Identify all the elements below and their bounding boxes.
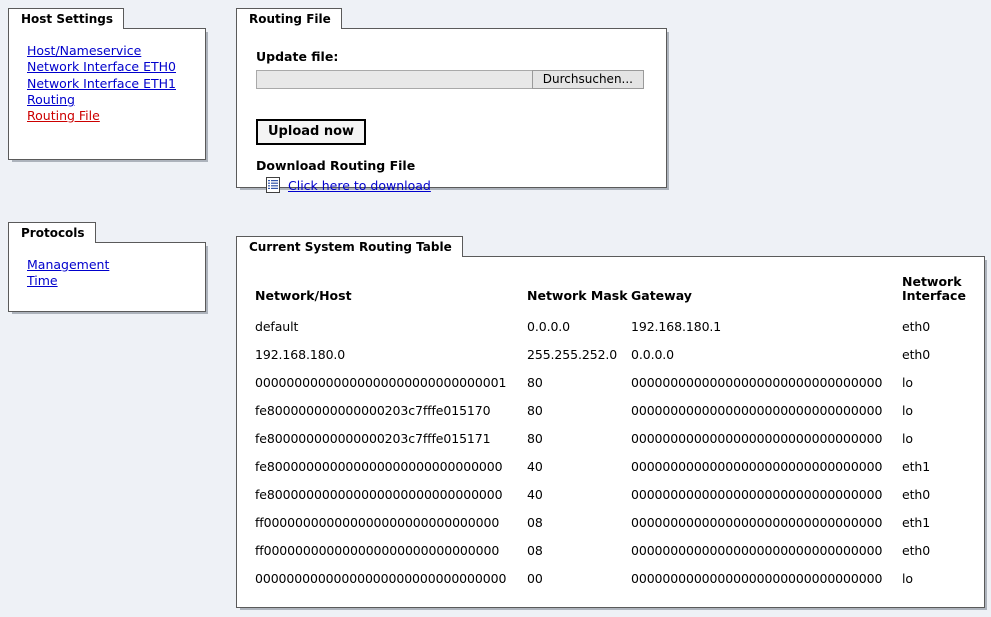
host-settings-panel: Host Settings Host/Nameservice Network I… xyxy=(8,8,206,160)
cell-network-host: fe800000000000000203c7fffe015171 xyxy=(255,431,491,446)
cell-gateway: 00000000000000000000000000000000 xyxy=(631,487,883,502)
sidebar-item-routing[interactable]: Routing xyxy=(27,92,179,108)
cell-gateway: 192.168.180.1 xyxy=(631,319,722,334)
cell-network-interface: lo xyxy=(902,375,913,390)
cell-network-interface: eth0 xyxy=(902,347,931,362)
table-row: default 0.0.0.0 192.168.180.1 eth0 xyxy=(237,313,988,341)
browse-button[interactable]: Durchsuchen... xyxy=(531,70,644,89)
cell-network-interface: lo xyxy=(902,571,913,586)
sidebar-item-network-interface-eth0[interactable]: Network Interface ETH0 xyxy=(27,59,179,75)
cell-gateway: 00000000000000000000000000000000 xyxy=(631,543,883,558)
table-body: default 0.0.0.0 192.168.180.1 eth0 192.168.1… xyxy=(237,313,988,593)
column-header-network-host: Network/Host xyxy=(255,288,352,303)
routing-file-tab[interactable]: Routing File xyxy=(236,8,342,29)
cell-network-host: fe800000000000000203c7fffe015170 xyxy=(255,403,491,418)
cell-network-interface: lo xyxy=(902,431,913,446)
cell-network-mask: 80 xyxy=(527,431,543,446)
routing-file-body: Update file: Durchsuchen... Upload now D… xyxy=(236,28,667,193)
cell-network-host: default xyxy=(255,319,299,334)
table-header: Network/Host Network Mask Gateway Networ… xyxy=(237,275,988,313)
routing-file-panel: Routing File Update file: Durchsuchen...… xyxy=(236,8,667,193)
cell-network-interface: eth0 xyxy=(902,543,931,558)
file-picker-row: Durchsuchen... xyxy=(256,70,644,89)
host-settings-tab[interactable]: Host Settings xyxy=(8,8,124,29)
column-header-network-mask: Network Mask xyxy=(527,288,628,303)
upload-form: Update file: Durchsuchen... Upload now D… xyxy=(237,29,666,193)
cell-network-host: 00000000000000000000000000000001 xyxy=(255,375,507,390)
table-row: ff000000000000000000000000000000 08 000000… xyxy=(237,537,988,565)
cell-network-host: fe800000000000000000000000000000 xyxy=(255,487,503,502)
protocols-panel: Protocols Management Time xyxy=(8,222,206,312)
file-path-input[interactable] xyxy=(256,70,532,89)
protocols-tab[interactable]: Protocols xyxy=(8,222,96,243)
sidebar-item-host-nameservice[interactable]: Host/Nameservice xyxy=(27,43,179,59)
cell-network-host: ff000000000000000000000000000000 xyxy=(255,515,500,530)
document-icon xyxy=(266,177,280,193)
table-row: fe800000000000000000000000000000 40 000000… xyxy=(237,453,988,481)
download-link[interactable]: Click here to download xyxy=(288,178,431,193)
cell-network-mask: 08 xyxy=(527,515,543,530)
sidebar-item-routing-file[interactable]: Routing File xyxy=(27,108,179,124)
cell-network-mask: 08 xyxy=(527,543,543,558)
cell-network-host: 00000000000000000000000000000000 xyxy=(255,571,507,586)
table-row: 00000000000000000000000000000001 80 000000… xyxy=(237,369,988,397)
cell-network-interface: eth1 xyxy=(902,515,931,530)
cell-network-mask: 40 xyxy=(527,487,543,502)
sidebar-item-time[interactable]: Time xyxy=(27,273,179,289)
cell-network-mask: 40 xyxy=(527,459,543,474)
cell-network-interface: eth0 xyxy=(902,487,931,502)
cell-network-mask: 80 xyxy=(527,403,543,418)
cell-gateway: 00000000000000000000000000000000 xyxy=(631,515,883,530)
cell-network-host: fe800000000000000000000000000000 xyxy=(255,459,503,474)
cell-gateway: 00000000000000000000000000000000 xyxy=(631,571,883,586)
table-row: 192.168.180.0 255.255.252.0 0.0.0.0 eth0 xyxy=(237,341,988,369)
table-header-row: Network/Host Network Mask Gateway Networ… xyxy=(237,275,988,313)
cell-network-host: ff000000000000000000000000000000 xyxy=(255,543,500,558)
host-settings-body: Host/Nameservice Network Interface ETH0 … xyxy=(8,28,206,160)
update-file-label: Update file: xyxy=(256,49,339,64)
cell-gateway: 00000000000000000000000000000000 xyxy=(631,375,883,390)
cell-network-mask: 80 xyxy=(527,375,543,390)
download-routing-file-label: Download Routing File xyxy=(256,158,416,173)
table-row: fe800000000000000000000000000000 40 000000… xyxy=(237,481,988,509)
cell-gateway: 00000000000000000000000000000000 xyxy=(631,403,883,418)
sidebar-item-network-interface-eth1[interactable]: Network Interface ETH1 xyxy=(27,76,179,92)
routing-table-tab[interactable]: Current System Routing Table xyxy=(236,236,463,257)
table-row: 00000000000000000000000000000000 00 000000… xyxy=(237,565,988,593)
cell-network-mask: 0.0.0.0 xyxy=(527,319,571,334)
table-row: ff000000000000000000000000000000 08 000000… xyxy=(237,509,988,537)
protocols-body: Management Time xyxy=(8,242,206,312)
cell-network-host: 192.168.180.0 xyxy=(255,347,346,362)
cell-gateway: 0.0.0.0 xyxy=(631,347,675,362)
cell-network-interface: eth0 xyxy=(902,319,931,334)
routing-table-body: Network/Host Network Mask Gateway Networ… xyxy=(236,256,985,608)
routing-table-panel: Current System Routing Table Network/Hos… xyxy=(236,236,985,608)
table-row: fe800000000000000203c7fffe015170 80 000000… xyxy=(237,397,988,425)
sidebar-item-management[interactable]: Management xyxy=(27,257,179,273)
upload-now-button[interactable]: Upload now xyxy=(256,119,367,145)
cell-network-interface: eth1 xyxy=(902,459,931,474)
cell-gateway: 00000000000000000000000000000000 xyxy=(631,459,883,474)
cell-network-mask: 255.255.252.0 xyxy=(527,347,618,362)
cell-gateway: 00000000000000000000000000000000 xyxy=(631,431,883,446)
column-header-network-interface: Network Interface xyxy=(902,274,966,303)
cell-network-mask: 00 xyxy=(527,571,543,586)
column-header-gateway: Gateway xyxy=(631,288,692,303)
system-routing-table: Network/Host Network Mask Gateway Networ… xyxy=(237,275,988,593)
cell-network-interface: lo xyxy=(902,403,913,418)
download-row: Click here to download xyxy=(256,177,666,193)
table-row: fe800000000000000203c7fffe015171 80 000000… xyxy=(237,425,988,453)
